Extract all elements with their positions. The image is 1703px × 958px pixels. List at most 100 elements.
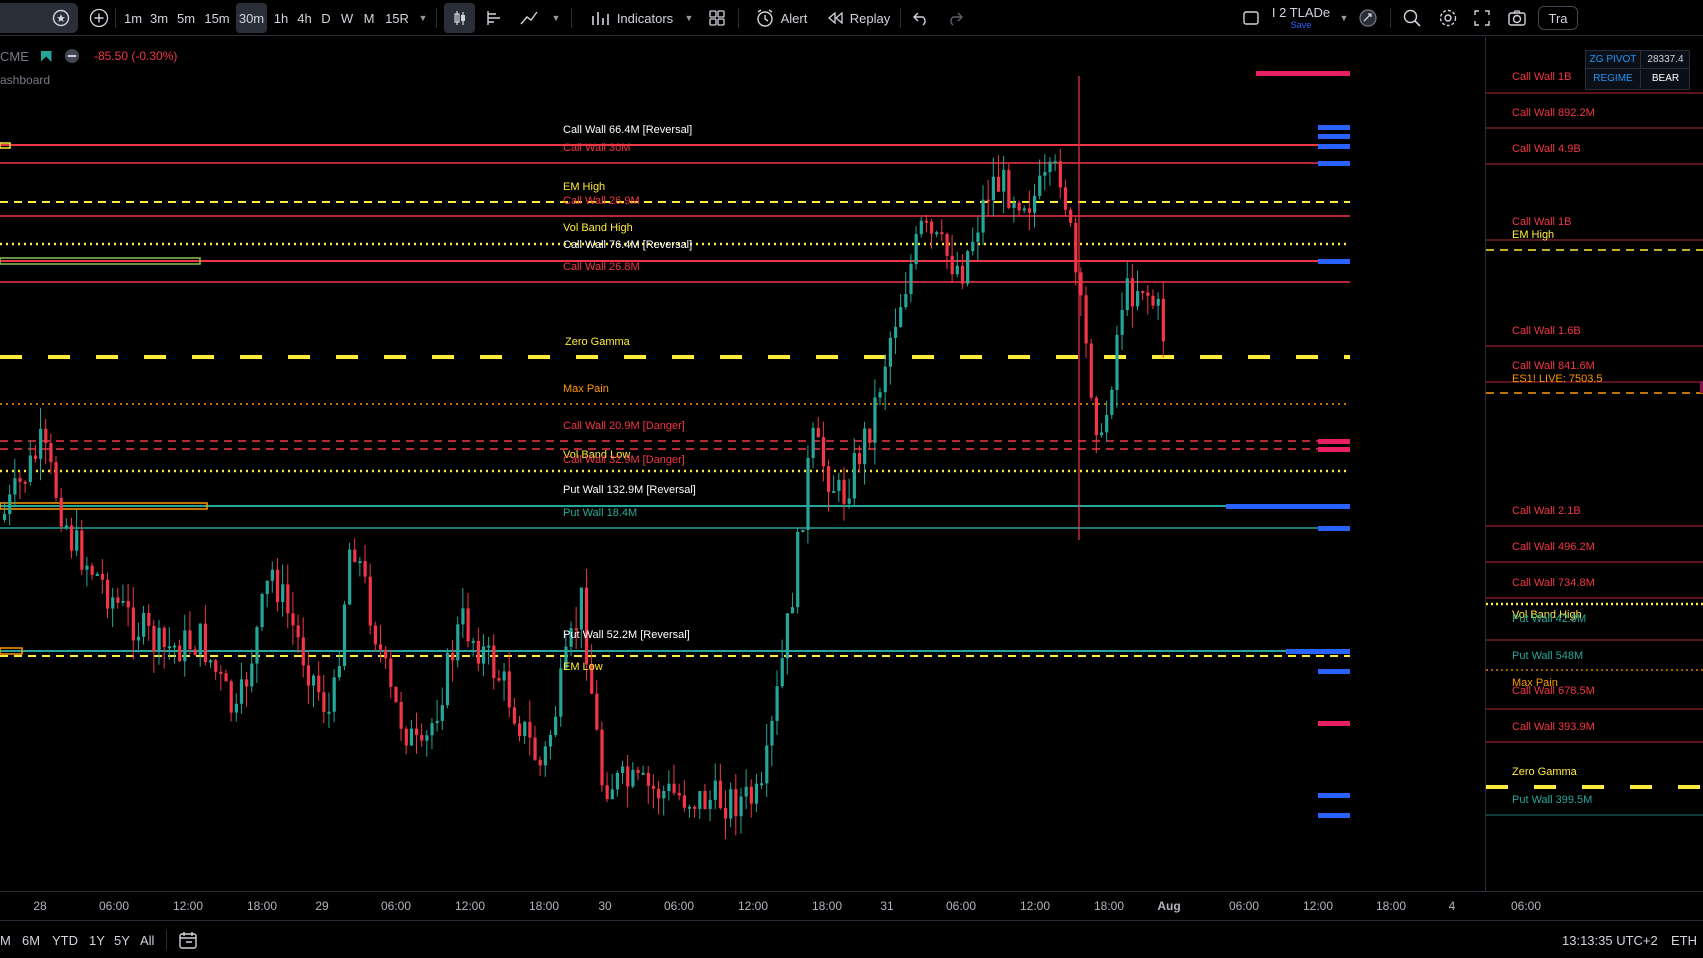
timeframe-1m[interactable]: 1m <box>123 0 143 36</box>
candle-body <box>971 241 975 252</box>
replay-button[interactable]: Replay <box>824 0 892 36</box>
candle-body <box>1151 295 1155 306</box>
bar-chart-type-button[interactable] <box>482 0 506 36</box>
fullscreen-icon <box>1474 10 1490 26</box>
candle-body <box>1022 208 1026 211</box>
time-axis[interactable]: 28 06:00 12:00 18:00 29 06:00 12:00 18:00 30 06:0… <box>0 891 1703 920</box>
add-symbol-icon[interactable] <box>89 8 109 28</box>
dashboard-indicator-label[interactable]: ashboard <box>0 73 50 87</box>
zg-pivot-widget: ZG PIVOT 28337.4 REGIME BEAR <box>1585 50 1690 90</box>
indicators-button[interactable]: Indicators <box>584 0 680 36</box>
candle-body <box>90 565 94 575</box>
candle-body <box>554 716 558 735</box>
templates-button[interactable] <box>705 0 729 36</box>
level-label: Vol Band High <box>563 222 633 234</box>
candle-body <box>445 652 450 706</box>
candle-body <box>548 734 553 747</box>
symbol-search-box[interactable] <box>0 3 78 33</box>
quick-search-button[interactable] <box>1400 0 1424 36</box>
candles-chart-type-button[interactable] <box>444 3 475 33</box>
layout-dropdown[interactable]: ▼ <box>1337 0 1351 36</box>
candle-body <box>1161 298 1165 342</box>
timeframe-dropdown[interactable]: ▼ <box>415 0 431 36</box>
time-tick-label: 12:00 <box>1019 899 1051 913</box>
candle-body <box>651 785 656 789</box>
chart-pane[interactable] <box>0 37 1485 891</box>
price-scale-label: Zero Gamma <box>1512 766 1577 778</box>
candle-body <box>857 453 862 465</box>
price-scale[interactable]: Call Wall 1B Call Wall 892.2M Call Wall 4.… <box>1485 37 1703 891</box>
square-icon <box>1243 11 1259 25</box>
range-YTD[interactable]: YTD <box>52 933 78 948</box>
candle-body <box>116 597 120 603</box>
range-1Y[interactable]: 1Y <box>89 933 105 948</box>
line-tool-button[interactable] <box>517 0 541 36</box>
candle-body <box>631 769 635 787</box>
gear-icon <box>1439 9 1457 27</box>
timeframe-4h[interactable]: 4h <box>295 0 314 36</box>
timeframe-W[interactable]: W <box>339 0 355 36</box>
candle-body <box>224 673 228 682</box>
timeframe-30m[interactable]: 30m <box>236 3 267 33</box>
timeframe-15m[interactable]: 15m <box>203 0 231 36</box>
indicators-dropdown[interactable]: ▼ <box>682 0 696 36</box>
price-scale-label: Call Wall 1B <box>1512 216 1572 228</box>
timeframe-5m[interactable]: 5m <box>175 0 197 36</box>
range-1M[interactable]: M <box>0 933 11 948</box>
redo-button[interactable] <box>944 0 966 36</box>
candle-body <box>899 307 903 327</box>
candle-body <box>739 796 743 817</box>
timeframe-3m[interactable]: 3m <box>148 0 170 36</box>
timeframe-1h[interactable]: 1h <box>272 0 290 36</box>
candle-body <box>363 561 367 577</box>
line-tool-dropdown[interactable]: ▼ <box>549 0 563 36</box>
candle-body <box>930 221 934 234</box>
timeframe-D[interactable]: D <box>319 0 333 36</box>
chart-canvas[interactable] <box>0 37 1485 891</box>
candle-body <box>940 232 944 235</box>
range-5Y[interactable]: 5Y <box>114 933 130 948</box>
candle-body <box>533 737 537 760</box>
snapshot-button[interactable] <box>1505 0 1529 36</box>
candle-body <box>203 623 208 663</box>
candle-body <box>837 479 841 491</box>
symbol-legend[interactable]: CME <box>0 49 80 64</box>
candle-body <box>1089 343 1093 398</box>
timeframe-M[interactable]: M <box>361 0 377 36</box>
price-scale-label: Put Wall 548M <box>1512 650 1584 662</box>
fullscreen-button[interactable] <box>1470 0 1494 36</box>
session-toggle[interactable]: ETH <box>1671 933 1697 948</box>
calendar-icon[interactable] <box>178 930 198 950</box>
cloud-sync-button[interactable] <box>1356 0 1380 36</box>
timeframe-15R[interactable]: 15R <box>384 0 410 36</box>
level-label: EM Low <box>563 661 603 673</box>
settings-button[interactable] <box>1436 0 1460 36</box>
candle-body <box>167 646 171 649</box>
hide-legend-icon[interactable] <box>65 49 80 63</box>
time-tick-label: 18:00 <box>246 899 278 913</box>
undo-button[interactable] <box>910 0 932 36</box>
candle-body <box>425 735 429 741</box>
candle-body <box>780 658 784 687</box>
range-All[interactable]: All <box>140 933 154 948</box>
indicators-icon <box>592 12 609 25</box>
candle-body <box>595 693 599 730</box>
layout-toggle-button[interactable] <box>1240 0 1262 36</box>
candle-body <box>636 769 640 774</box>
trend-line-icon <box>520 11 538 25</box>
bars-icon <box>487 11 500 25</box>
layout-name-button[interactable]: I 2 TLADe Save <box>1270 0 1332 36</box>
clock[interactable]: 13:13:35 UTC+2 <box>1562 933 1658 948</box>
candle-body <box>1027 208 1032 213</box>
favorite-icon[interactable] <box>52 9 70 27</box>
candle-body <box>888 337 892 367</box>
candle-body <box>28 455 32 483</box>
candle-body <box>152 625 156 652</box>
price-scale-label: Call Wall 892.2M <box>1512 107 1595 119</box>
alert-button[interactable]: Alert <box>750 0 812 36</box>
candle-body <box>523 721 527 737</box>
candle-body <box>456 624 460 661</box>
range-6M[interactable]: 6M <box>22 933 40 948</box>
candle-body <box>59 497 63 527</box>
trade-button[interactable]: Tra <box>1538 6 1578 30</box>
